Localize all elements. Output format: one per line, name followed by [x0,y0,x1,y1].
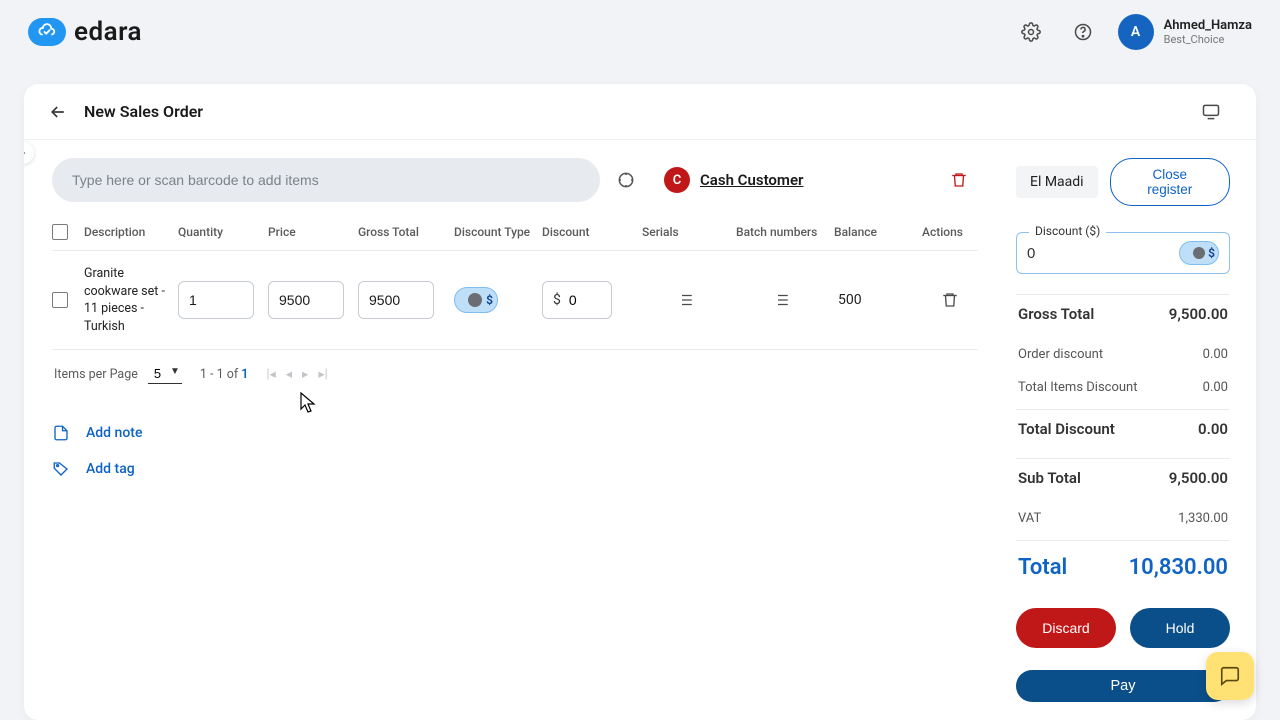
col-description: Description [84,225,170,239]
col-serials: Serials [642,225,728,239]
toggle-label: $ [1208,246,1215,260]
quantity-input[interactable] [178,281,254,319]
order-discount-field[interactable]: Discount ($) $ [1016,232,1230,274]
next-page-icon[interactable]: ▸ [302,366,308,382]
add-tag-button[interactable]: Add tag [52,460,978,478]
row-description: Granite cookware set - 11 pieces - Turki… [84,265,170,335]
col-balance: Balance [834,225,914,239]
delete-row-icon[interactable] [941,291,959,309]
sub-total-value: 9,500.00 [1169,469,1228,487]
vat-label: VAT [1018,511,1041,526]
item-search-box[interactable] [52,158,600,202]
gross-total-label: Gross Total [1018,305,1094,323]
settings-icon[interactable] [1014,15,1048,49]
discard-button[interactable]: Discard [1016,608,1116,648]
balance-value: 500 [834,292,914,308]
customer-badge: C [664,167,690,193]
barcode-scan-icon[interactable] [616,170,636,190]
toggle-dot [1193,247,1205,259]
select-all-checkbox[interactable] [52,224,68,240]
gross-total-input[interactable] [358,281,434,319]
order-discount-type-toggle[interactable]: $ [1179,241,1219,265]
cursor-icon [300,392,316,414]
customer-name-link[interactable]: Cash Customer [700,171,803,189]
order-discount-input[interactable] [1027,245,1107,262]
avatar: A [1118,14,1154,50]
items-per-page-label: Items per Page [54,367,138,382]
vat-value: 1,330.00 [1178,511,1228,526]
discount-prefix: $ [553,292,561,308]
price-input[interactable] [268,281,344,319]
col-batch-numbers: Batch numbers [736,225,826,239]
brand-name: edara [74,17,142,47]
discount-input[interactable] [569,292,603,308]
order-discount-sum-label: Order discount [1018,347,1103,362]
order-discount-label: Discount ($) [1029,224,1106,238]
items-discount-label: Total Items Discount [1018,380,1138,395]
items-per-page-select[interactable]: 5 [148,364,182,384]
total-value: 10,830.00 [1129,555,1228,580]
col-price: Price [268,225,350,239]
customer-selector[interactable]: C Cash Customer [664,167,803,193]
col-quantity: Quantity [178,225,260,239]
help-icon[interactable] [1066,15,1100,49]
prev-page-icon[interactable]: ◂ [286,366,292,382]
table-row: Granite cookware set - 11 pieces - Turki… [52,251,978,350]
display-icon[interactable] [1194,95,1228,129]
first-page-icon[interactable]: |◂ [266,366,275,382]
items-discount-value: 0.00 [1203,380,1228,395]
discount-input-wrapper[interactable]: $ [542,281,612,319]
add-note-label: Add note [86,425,142,441]
note-icon [52,424,70,442]
user-menu[interactable]: A Ahmed_Hamza Best_Choice [1118,14,1252,50]
back-arrow-icon[interactable] [48,102,68,122]
clear-customer-icon[interactable] [950,171,968,189]
chat-fab[interactable] [1206,652,1254,700]
tag-icon [52,460,70,478]
brand-logo[interactable]: edara [28,17,142,47]
location-chip[interactable]: El Maadi [1016,166,1098,198]
table-header: Description Quantity Price Gross Total D… [52,216,978,251]
item-search-input[interactable] [72,172,580,188]
col-discount-type: Discount Type [454,225,534,239]
page-range: 1 - 1 of 1 [200,367,249,382]
total-discount-value: 0.00 [1198,420,1228,438]
add-tag-label: Add tag [86,461,135,477]
serials-button[interactable] [676,291,694,309]
sub-total-label: Sub Total [1018,469,1081,487]
col-gross-total: Gross Total [358,225,446,239]
cloud-icon [28,18,66,46]
total-discount-label: Total Discount [1018,420,1115,438]
toggle-label: $ [486,293,493,307]
user-subtitle: Best_Choice [1164,33,1252,46]
gross-total-value: 9,500.00 [1169,305,1228,323]
col-discount: Discount [542,225,634,239]
add-note-button[interactable]: Add note [52,424,978,442]
page-title: New Sales Order [84,102,203,121]
close-register-button[interactable]: Close register [1110,158,1230,206]
order-discount-sum-value: 0.00 [1203,347,1228,362]
user-name: Ahmed_Hamza [1164,18,1252,34]
row-checkbox[interactable] [52,292,68,308]
hold-button[interactable]: Hold [1130,608,1230,648]
pay-button[interactable]: Pay [1016,670,1230,702]
batch-button[interactable] [772,291,790,309]
last-page-icon[interactable]: ▸| [318,366,327,382]
discount-type-toggle[interactable]: $ [454,287,498,313]
toggle-dot [468,293,482,307]
total-label: Total [1018,555,1067,580]
col-actions: Actions [922,225,978,239]
